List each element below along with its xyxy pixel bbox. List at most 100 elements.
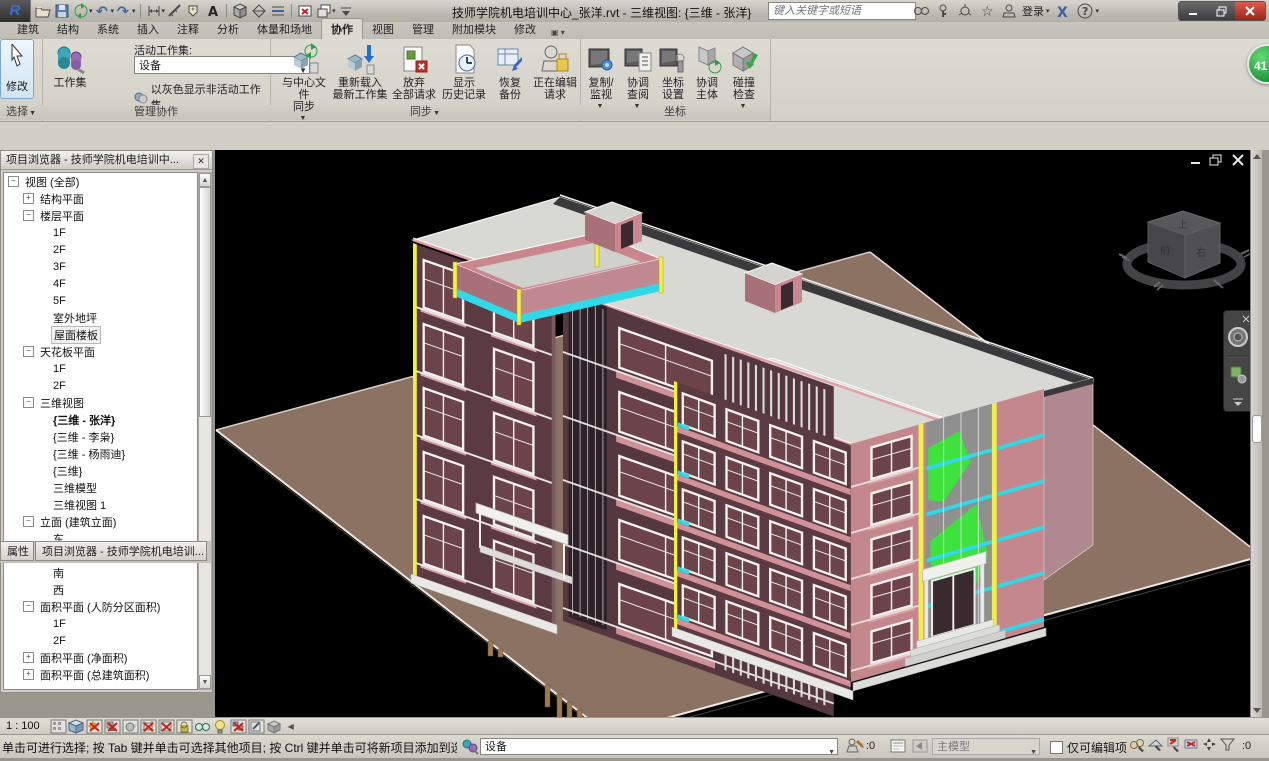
open-icon[interactable] (34, 2, 52, 20)
design-options-dialog-icon[interactable] (888, 737, 907, 755)
tree-item[interactable]: −楼层平面 (4, 207, 197, 224)
editable-only-toggle[interactable]: 仅可编辑项 (1050, 739, 1127, 756)
正在编辑请求-button[interactable]: 正在编辑请求 (532, 43, 578, 101)
select-underlay-icon[interactable] (1146, 737, 1164, 752)
tree-item-label[interactable]: 5F (51, 295, 68, 307)
scroll-down-icon[interactable] (1253, 708, 1261, 713)
tree-item[interactable]: −天花板平面 (4, 343, 197, 360)
tree-item-label[interactable]: 屋面楼板 (51, 326, 101, 344)
tree-item[interactable]: −三维视图 (4, 394, 197, 411)
tree-item-label[interactable]: 4F (51, 278, 68, 290)
temporary-view-properties-icon[interactable] (248, 719, 266, 734)
favorites-icon[interactable]: ☆ (978, 2, 996, 20)
tree-item-label[interactable]: 2F (51, 635, 68, 647)
viewbar-collapse-icon[interactable]: ◀ (288, 722, 294, 731)
collapse-icon[interactable]: − (8, 176, 19, 187)
project-browser-title[interactable]: 项目浏览器 - 技师学院机电培训中... ✕ (1, 151, 212, 170)
tree-item[interactable]: 2F (4, 377, 197, 394)
sign-in-label[interactable]: 登录 (1022, 3, 1044, 19)
help-icon[interactable]: ? (1076, 2, 1094, 20)
aligned-dimension-icon[interactable] (145, 2, 163, 20)
expand-icon[interactable]: + (23, 669, 34, 680)
exchange-apps-icon[interactable]: X (1054, 2, 1072, 20)
tree-item[interactable]: 三维视图 1 (4, 496, 197, 513)
collapse-icon[interactable]: − (23, 346, 34, 357)
tree-item[interactable]: −视图 (全部) (4, 173, 197, 190)
building-3d-render[interactable]: 上前右 (215, 150, 1262, 717)
tree-item-label[interactable]: 结构平面 (38, 191, 86, 207)
tree-item[interactable]: 室外地坪 (4, 309, 197, 326)
tree-item-label[interactable]: 1F (51, 227, 68, 239)
tree-item[interactable]: 屋面楼板 (4, 326, 197, 343)
redo-icon[interactable]: ↷ (115, 2, 133, 20)
panel-label-select[interactable]: 选择 ▼ (0, 105, 42, 120)
filter-icon[interactable] (1218, 737, 1236, 752)
temporary-hide-isolate-icon[interactable] (194, 719, 212, 734)
shadows-icon[interactable] (104, 719, 122, 734)
tree-item-label[interactable]: 面积平面 (净面积) (38, 650, 129, 666)
tree-item-label[interactable]: 面积平面 (总建筑面积) (38, 667, 151, 683)
tab-插入[interactable]: 插入 (128, 19, 168, 39)
tree-item-label[interactable]: 面积平面 (人防分区面积) (38, 599, 162, 615)
tree-item[interactable]: {三维} (4, 462, 197, 479)
tree-item[interactable]: +结构平面 (4, 190, 197, 207)
expand-icon[interactable]: + (23, 652, 34, 663)
rendering-dialog-icon[interactable] (122, 719, 140, 734)
tree-item-label[interactable]: 天花板平面 (38, 344, 97, 360)
tab-project-browser[interactable]: 项目浏览器 - 技师学院机电培训... (35, 541, 207, 561)
tree-item[interactable]: + 面积平面 (总建筑面积) (4, 666, 197, 683)
tab-结构[interactable]: 结构 (48, 19, 88, 39)
tab-视图[interactable]: 视图 (363, 19, 403, 39)
sign-in-icon[interactable] (1000, 2, 1018, 20)
close-icon[interactable]: ✕ (193, 154, 209, 169)
thin-lines-icon[interactable] (269, 2, 287, 20)
modify-button[interactable]: 修改 (0, 39, 34, 99)
drawing-area[interactable]: 上前右 (215, 150, 1262, 717)
crop-region-visibility-icon[interactable] (158, 719, 176, 734)
tree-item-label[interactable]: 视图 (全部) (23, 174, 81, 190)
tree-item-label[interactable]: 三维视图 (38, 395, 86, 411)
search-icon[interactable] (912, 2, 930, 20)
viewcube[interactable]: 上前右 (1119, 211, 1252, 290)
重新载入最新工作集-button[interactable]: 重新载入最新工作集 (332, 43, 388, 101)
highlight-displacement-icon[interactable] (266, 719, 284, 734)
tab-协作[interactable]: 协作 (321, 18, 363, 39)
select-by-face-icon[interactable] (1182, 737, 1200, 752)
tree-item-label[interactable]: 楼层平面 (38, 208, 86, 224)
tree-item[interactable]: 南 (4, 564, 197, 581)
tree-item-label[interactable]: 三维模型 (51, 480, 99, 496)
collapse-icon[interactable]: − (23, 516, 34, 527)
tree-item-label[interactable]: 西 (51, 582, 66, 598)
view-scale[interactable]: 1 : 100 (6, 720, 40, 732)
tree-item-label[interactable]: 1F (51, 363, 68, 375)
tree-item-label[interactable]: 室外地坪 (51, 310, 99, 326)
minimize-button[interactable] (1179, 2, 1207, 20)
tree-item-label[interactable]: 3F (51, 261, 68, 273)
restore-button[interactable] (1207, 2, 1235, 20)
tree-item[interactable]: −面积平面 (人防分区面积) (4, 598, 197, 615)
select-links-icon[interactable] (1128, 737, 1146, 752)
editing-requests-icon[interactable] (845, 737, 864, 755)
default-3d-view-icon[interactable] (231, 2, 249, 20)
tab-properties[interactable]: 属性 (0, 541, 34, 561)
worksharing-display-icon[interactable] (230, 719, 248, 734)
tab-修改[interactable]: 修改 (505, 19, 545, 39)
sync-with-central-icon[interactable] (72, 2, 90, 20)
tree-item-label[interactable]: 立面 (建筑立面) (38, 514, 118, 530)
tree-item[interactable]: 3F (4, 258, 197, 275)
section-icon[interactable] (250, 2, 268, 20)
tree-item[interactable]: 4F (4, 275, 197, 292)
scroll-thumb[interactable] (199, 187, 211, 417)
tree-item-label[interactable]: 2F (51, 244, 68, 256)
text-icon[interactable]: A (204, 2, 222, 20)
协调查阅-button[interactable]: 协调查阅 ▼ (620, 43, 656, 113)
collapse-icon[interactable]: − (23, 397, 34, 408)
tree-item-label[interactable]: {三维 - 李枭} (51, 429, 116, 445)
search-input[interactable] (768, 2, 916, 20)
tab-注释[interactable]: 注释 (168, 19, 208, 39)
tree-item-label[interactable]: 三维视图 1 (51, 497, 108, 513)
undo-icon[interactable]: ↶ (94, 2, 112, 20)
tab-分析[interactable]: 分析 (208, 19, 248, 39)
tab-附加模块[interactable]: 附加模块 (443, 19, 505, 39)
协调主体-button[interactable]: 协调主体 (690, 43, 724, 101)
